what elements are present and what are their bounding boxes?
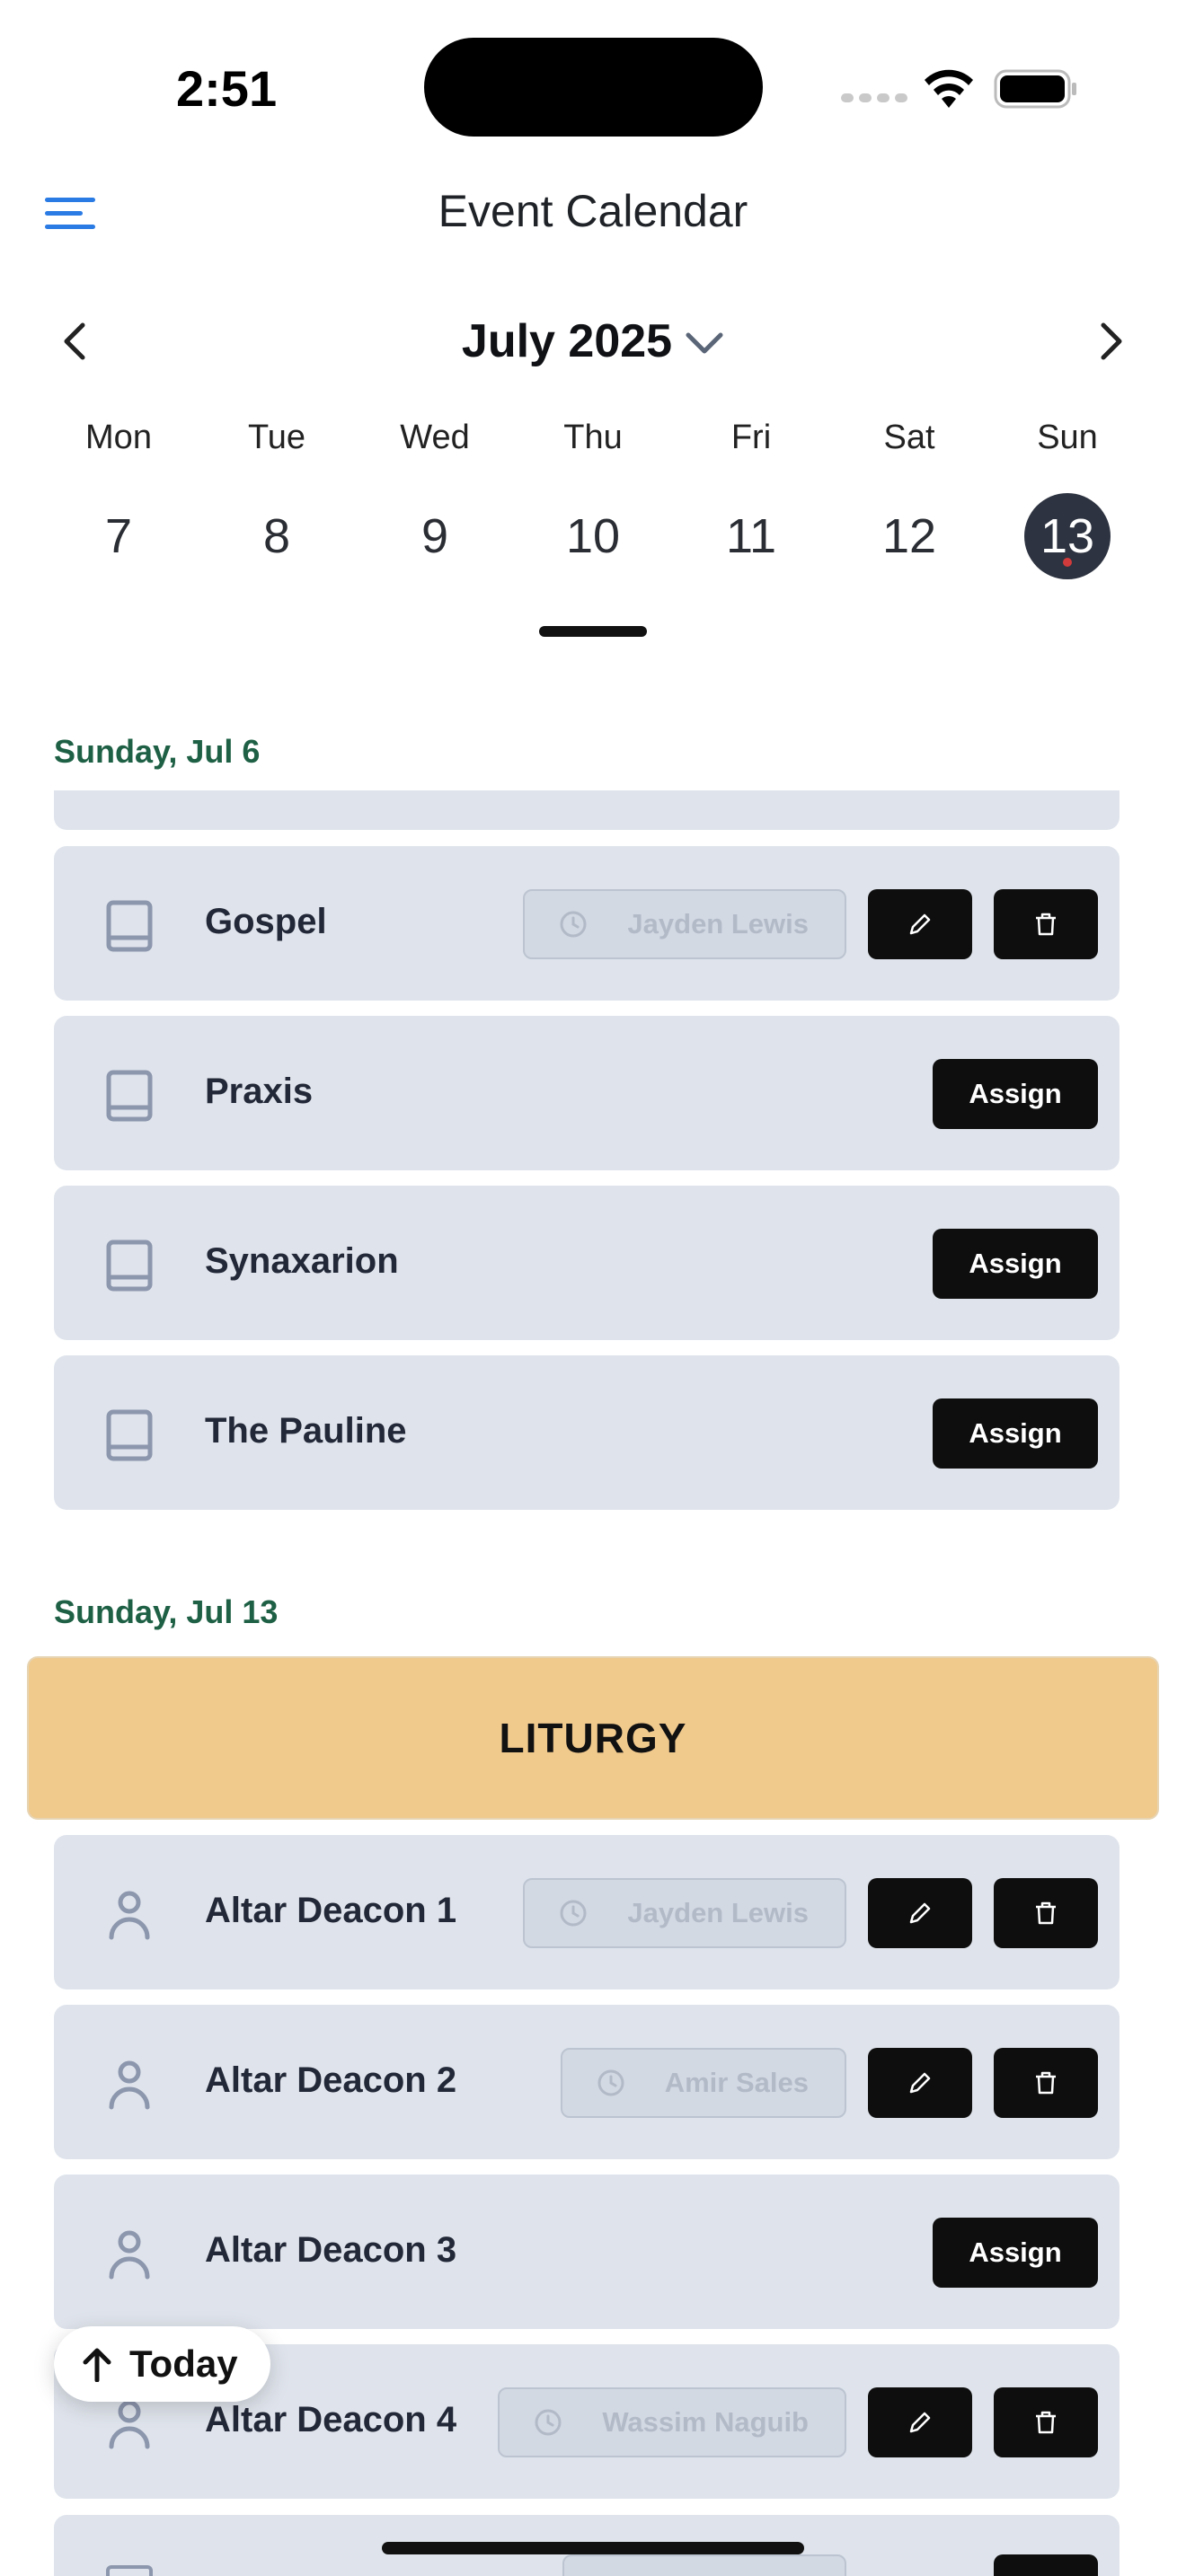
edit-button[interactable] (868, 889, 972, 959)
pencil-icon (909, 2412, 931, 2433)
assignee-chip (562, 2554, 846, 2576)
selected-day-circle: 13 (1024, 493, 1111, 579)
weekday-label: Thu (563, 419, 623, 456)
assignee-chip: Jayden Lewis (523, 889, 846, 959)
weekday-label: Sun (1037, 419, 1098, 456)
event-dot (1063, 558, 1072, 567)
list-item: Praxis Assign (54, 1016, 1120, 1170)
day-cell[interactable]: 7 (40, 492, 198, 580)
book-icon (106, 1239, 153, 1292)
assign-button[interactable]: Assign (933, 1059, 1098, 1129)
trash-icon (1036, 1901, 1056, 1925)
home-indicator[interactable] (382, 2542, 804, 2554)
weekday-label: Mon (85, 419, 152, 456)
month-label: July 2025 (461, 315, 673, 367)
weekday-header: Mon Tue Wed Thu Fri Sat Sun (40, 419, 1146, 457)
edit-button[interactable] (868, 1878, 972, 1948)
person-icon (109, 1891, 150, 1940)
list-item: Altar Deacon 1 Jayden Lewis (54, 1835, 1120, 1989)
list-item-partial (54, 790, 1120, 830)
assign-button[interactable]: Assign (933, 2218, 1098, 2288)
delete-button[interactable] (994, 2048, 1098, 2118)
clock-icon (560, 1900, 587, 1927)
week-days: 7 8 9 10 11 12 13 (40, 492, 1146, 580)
item-name: The Pauline (205, 1411, 407, 1451)
battery-icon (994, 69, 1076, 109)
arrow-up-icon (83, 2348, 111, 2382)
selected-day-number: 13 (1040, 509, 1095, 563)
edit-button[interactable] (868, 2048, 972, 2118)
weekday-label: Sat (883, 419, 935, 456)
book-icon (106, 1409, 153, 1461)
delete-button[interactable] (994, 889, 1098, 959)
item-name: Gospel (205, 902, 327, 941)
person-icon (109, 2060, 150, 2110)
assignee-chip: Jayden Lewis (523, 1878, 846, 1948)
month-selector[interactable]: July 2025 (0, 314, 1186, 368)
status-time: 2:51 (176, 60, 278, 117)
clock-icon (535, 2409, 562, 2436)
trash-icon (1036, 2411, 1056, 2434)
list-item: Altar Deacon 2 Amir Sales (54, 2005, 1120, 2159)
assignee-chip: Wassim Naguib (498, 2387, 846, 2457)
day-cell[interactable]: 12 (830, 492, 988, 580)
delete-button[interactable] (994, 2554, 1098, 2576)
page-title: Event Calendar (438, 186, 748, 236)
person-icon (109, 2400, 150, 2449)
item-name: Synaxarion (205, 1241, 399, 1281)
delete-button[interactable] (994, 1878, 1098, 1948)
day-cell[interactable]: 11 (672, 492, 830, 580)
calendar-drag-handle[interactable] (539, 626, 647, 637)
section-date: Sunday, Jul 13 (54, 1593, 279, 1630)
item-name: Altar Deacon 1 (205, 1891, 457, 1930)
today-button[interactable]: Today (54, 2326, 270, 2402)
wifi-icon (925, 69, 973, 108)
next-month-chevron-icon[interactable] (1093, 320, 1128, 363)
list-item: Synaxarion Assign (54, 1186, 1120, 1340)
weekday-label: Tue (247, 419, 306, 456)
dynamic-island (424, 38, 763, 137)
trash-icon (1036, 913, 1056, 936)
assign-button[interactable]: Assign (933, 1398, 1098, 1469)
liturgy-banner: LITURGY (27, 1656, 1159, 1820)
section-date: Sunday, Jul 6 (54, 733, 261, 770)
item-name: Altar Deacon 2 (205, 2060, 457, 2100)
list-item: Gospel Jayden Lewis (54, 846, 1120, 1001)
edit-button[interactable] (868, 2387, 972, 2457)
day-cell[interactable]: 8 (198, 492, 356, 580)
assignee-name: Amir Sales (664, 2067, 809, 2098)
person-icon (109, 2230, 150, 2280)
assignee-name: Jayden Lewis (627, 908, 809, 940)
clock-icon (560, 911, 587, 938)
assignee-chip: Amir Sales (560, 2048, 846, 2118)
pencil-icon (909, 913, 931, 935)
item-name: Altar Deacon 3 (205, 2230, 457, 2270)
cellular-signal-icon (841, 93, 907, 102)
chevron-down-icon (686, 332, 723, 354)
book-icon (106, 1070, 153, 1122)
list-item: The Pauline Assign (54, 1355, 1120, 1510)
book-icon (106, 900, 153, 952)
day-cell-selected[interactable]: 13 (988, 492, 1146, 580)
item-name: Altar Deacon 4 (205, 2400, 457, 2439)
day-cell[interactable]: 9 (356, 492, 514, 580)
weekday-label: Wed (400, 419, 470, 456)
weekday-label: Fri (730, 419, 772, 456)
assign-button[interactable]: Assign (933, 1229, 1098, 1299)
clock-icon (597, 2069, 624, 2096)
assignee-name: Wassim Naguib (602, 2406, 809, 2438)
assignee-name: Jayden Lewis (627, 1897, 809, 1928)
list-item: Altar Deacon 3 Assign (54, 2175, 1120, 2329)
book-icon (106, 2565, 153, 2576)
item-name: Praxis (205, 1072, 314, 1111)
day-cell[interactable]: 10 (514, 492, 672, 580)
trash-icon (1036, 2071, 1056, 2095)
pencil-icon (909, 2072, 931, 2094)
delete-button[interactable] (994, 2387, 1098, 2457)
today-label: Today (129, 2342, 238, 2385)
pencil-icon (909, 1902, 931, 1924)
